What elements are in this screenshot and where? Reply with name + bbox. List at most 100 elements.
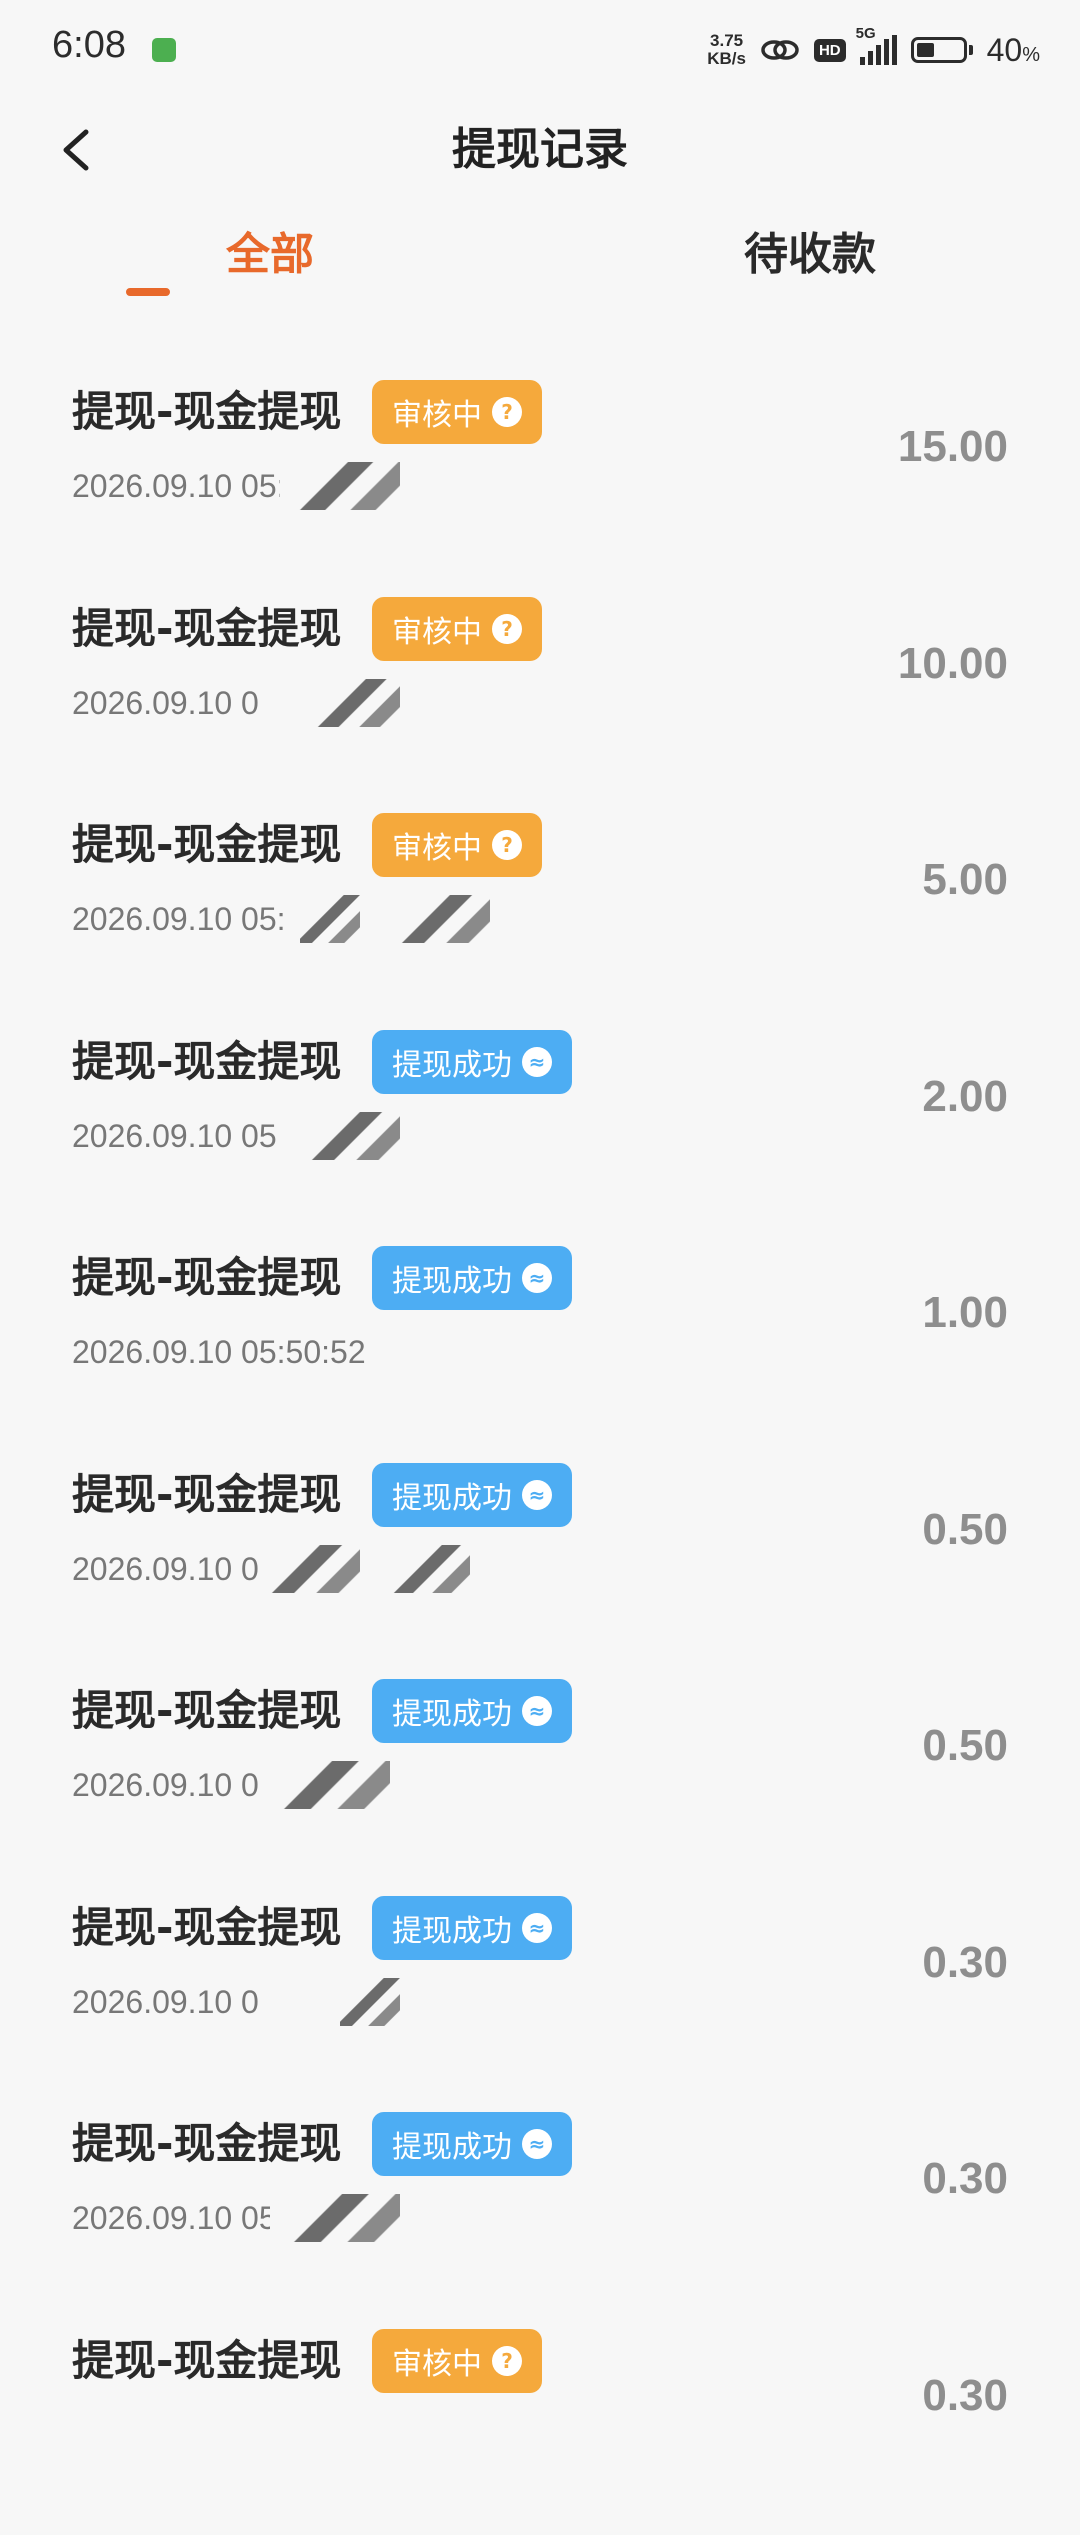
redaction-mark [260, 1761, 390, 1809]
hd-icon: HD [814, 39, 846, 62]
redaction-mark [300, 1112, 400, 1160]
status-label: 提现成功 [392, 1473, 512, 1517]
record-amount: 5.00 [922, 855, 1008, 905]
record-time: 2026.09.10 05: [72, 901, 286, 938]
record-title: 提现-现金提现 [72, 813, 341, 877]
record-time: 2026.09.10 05 [72, 1118, 277, 1155]
record-amount: 2.00 [922, 1072, 1008, 1122]
redaction-mark [340, 1978, 400, 2026]
chat-bubble-icon: ≈ [522, 1047, 552, 1077]
record-time: 2026.09.10 05: [72, 468, 286, 505]
record-amount: 0.30 [922, 2154, 1008, 2204]
status-label: 审核中 [392, 390, 482, 434]
status-badge[interactable]: 审核中 ? [372, 2329, 542, 2393]
status-badge[interactable]: 提现成功 ≈ [372, 2112, 572, 2176]
tab-pending[interactable]: 待收款 [660, 210, 960, 310]
status-badge[interactable]: 提现成功 ≈ [372, 1246, 572, 1310]
battery-icon [911, 37, 973, 63]
record-amount: 0.50 [922, 1505, 1008, 1555]
question-icon: ? [492, 614, 522, 644]
chat-bubble-icon: ≈ [522, 1480, 552, 1510]
record-title: 提现-现金提现 [72, 2112, 341, 2176]
header: 提现记录 [0, 100, 1080, 200]
status-bar: 6:08 3.75 KB/s HD 5G 40% [0, 0, 1080, 100]
chat-bubble-icon: ≈ [522, 1263, 552, 1293]
record-title: 提现-现金提现 [72, 1030, 341, 1094]
status-label: 提现成功 [392, 2122, 512, 2166]
status-badge[interactable]: 提现成功 ≈ [372, 1463, 572, 1527]
record-row[interactable]: 提现-现金提现 审核中 ? 2026.09.10 05: 5.00 [0, 803, 1080, 1020]
record-time: 2026.09.10 0 [72, 685, 259, 722]
record-row[interactable]: 提现-现金提现 提现成功 ≈ 2026.09.10 05:50:52 1.00 [0, 1236, 1080, 1453]
record-amount: 0.50 [922, 1721, 1008, 1771]
network-speed-value: 3.75 [707, 32, 746, 50]
record-time: 2026.09.10 0 [72, 1551, 259, 1588]
status-badge[interactable]: 审核中 ? [372, 597, 542, 661]
status-badge[interactable]: 提现成功 ≈ [372, 1679, 572, 1743]
status-label: 提现成功 [392, 1906, 512, 1950]
chat-bubble-icon: ≈ [522, 1696, 552, 1726]
record-title: 提现-现金提现 [72, 1463, 341, 1527]
chat-bubble-icon: ≈ [522, 1913, 552, 1943]
status-label: 提现成功 [392, 1040, 512, 1084]
record-row[interactable]: 提现-现金提现 提现成功 ≈ 2026.09.10 05 0.30 [0, 2102, 1080, 2319]
redaction-mark [300, 895, 360, 943]
record-title: 提现-现金提现 [72, 1896, 341, 1960]
record-time: 2026.09.10 05:50:52 [72, 1334, 366, 1371]
redaction-mark [390, 1545, 470, 1593]
record-time: 2026.09.10 0 [72, 1984, 259, 2021]
status-badge[interactable]: 提现成功 ≈ [372, 1030, 572, 1094]
question-icon: ? [492, 397, 522, 427]
status-label: 审核中 [392, 823, 482, 867]
status-label: 提现成功 [392, 1256, 512, 1300]
network-speed: 3.75 KB/s [707, 32, 746, 68]
link-icon [760, 35, 800, 65]
battery-percent: 40% [987, 32, 1040, 69]
battery-unit: % [1022, 44, 1040, 66]
battery-level [917, 43, 935, 57]
question-icon: ? [492, 2346, 522, 2376]
tab-all-label: 全部 [226, 229, 314, 280]
redaction-mark [270, 2194, 400, 2242]
tab-pending-label: 待收款 [744, 229, 876, 280]
record-row[interactable]: 提现-现金提现 审核中 ? 0.30 [0, 2319, 1080, 2535]
record-row[interactable]: 提现-现金提现 审核中 ? 2026.09.10 0 10.00 [0, 587, 1080, 804]
record-row[interactable]: 提现-现金提现 提现成功 ≈ 2026.09.10 05 2.00 [0, 1020, 1080, 1237]
status-time: 6:08 [52, 24, 126, 67]
record-amount: 10.00 [898, 639, 1008, 689]
record-row[interactable]: 提现-现金提现 提现成功 ≈ 2026.09.10 0 0.50 [0, 1453, 1080, 1670]
status-label: 提现成功 [392, 1689, 512, 1733]
redaction-mark [280, 462, 400, 510]
record-row[interactable]: 提现-现金提现 审核中 ? 2026.09.10 05: 15.00 [0, 370, 1080, 587]
battery-value: 40 [987, 32, 1023, 68]
chat-bubble-icon: ≈ [522, 2129, 552, 2159]
network-type: 5G [856, 25, 876, 42]
page-title: 提现记录 [0, 120, 1080, 180]
active-tab-indicator [126, 288, 170, 296]
status-badge[interactable]: 审核中 ? [372, 380, 542, 444]
record-title: 提现-现金提现 [72, 1246, 341, 1310]
record-amount: 0.30 [922, 2371, 1008, 2421]
status-badge[interactable]: 提现成功 ≈ [372, 1896, 572, 1960]
status-label: 审核中 [392, 2339, 482, 2383]
status-label: 审核中 [392, 607, 482, 651]
question-icon: ? [492, 830, 522, 860]
status-icons: 3.75 KB/s HD 5G 40% [707, 28, 1040, 72]
record-list: 提现-现金提现 审核中 ? 2026.09.10 05: 15.00 提现-现金… [0, 370, 1080, 2535]
record-amount: 1.00 [922, 1288, 1008, 1338]
redaction-mark [260, 1545, 360, 1593]
app-notification-icon [152, 38, 176, 62]
record-row[interactable]: 提现-现金提现 提现成功 ≈ 2026.09.10 05:31:37 0.50 [0, 1669, 1080, 1886]
record-title: 提现-现金提现 [72, 597, 341, 661]
status-badge[interactable]: 审核中 ? [372, 813, 542, 877]
record-title: 提现-现金提现 [72, 1679, 341, 1743]
tab-bar: 全部 待收款 [0, 210, 1080, 320]
signal-icon: 5G [860, 35, 897, 65]
redaction-mark [390, 895, 490, 943]
record-title: 提现-现金提现 [72, 380, 341, 444]
record-time: 2026.09.10 05 [72, 2200, 277, 2237]
record-amount: 0.30 [922, 1938, 1008, 1988]
network-speed-unit: KB/s [707, 50, 746, 68]
record-amount: 15.00 [898, 422, 1008, 472]
record-row[interactable]: 提现-现金提现 提现成功 ≈ 2026.09.10 0 0.30 [0, 1886, 1080, 2103]
